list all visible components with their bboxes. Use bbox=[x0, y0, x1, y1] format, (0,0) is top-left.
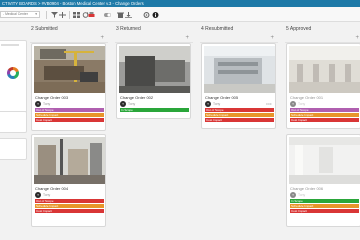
tag-label: Out of Scope bbox=[205, 108, 274, 112]
assignee-name: Tony bbox=[128, 102, 136, 106]
tag-label: Out of Scope bbox=[290, 108, 359, 112]
column-title: 3 Returned bbox=[116, 26, 141, 32]
breadcrumb-bar: CTIVITY BOARDS > #VB0904 - Boston Medica… bbox=[0, 0, 360, 7]
tag-label: Cost Impact bbox=[290, 118, 359, 122]
avatar: T bbox=[35, 192, 41, 198]
column-title: 5 Approved bbox=[286, 26, 312, 32]
add-card-button[interactable]: + bbox=[270, 35, 274, 41]
card-photo bbox=[34, 137, 105, 184]
avatar: T bbox=[290, 192, 296, 198]
info-icon[interactable] bbox=[152, 12, 159, 18]
column-resubmitted: 4 Resubmitted + Change Order 005 T Tony … bbox=[200, 22, 278, 240]
tag-label: Cost Impact bbox=[205, 118, 274, 122]
tag-list: Out of Scope Schedule Impact Cost Impact bbox=[290, 108, 359, 123]
card-title: Change Order 006 bbox=[290, 186, 324, 191]
card-title: Change Order 005 bbox=[205, 95, 239, 100]
toolbar-divider bbox=[69, 11, 70, 19]
column-title: 2 Submitted bbox=[31, 26, 58, 32]
avatar: T bbox=[290, 101, 296, 107]
chevron-down-icon: ▾ bbox=[35, 12, 37, 16]
column-returned: 3 Returned + Change Order 002 T Tony In … bbox=[115, 22, 193, 240]
delete-icon[interactable] bbox=[117, 12, 124, 18]
tag-label: Out of Scope bbox=[35, 108, 104, 112]
summary-card bbox=[0, 111, 27, 133]
add-icon[interactable] bbox=[59, 12, 66, 18]
card-photo bbox=[34, 46, 105, 93]
tag-label: Schedule Impact bbox=[35, 204, 104, 208]
project-select[interactable]: - Medical Center ▾ bbox=[0, 11, 40, 18]
card-title: Change Order 004 bbox=[35, 186, 69, 191]
assignee-name: Tony bbox=[298, 193, 306, 197]
summary-heading-bar bbox=[1, 44, 19, 46]
add-card-button[interactable]: + bbox=[100, 35, 104, 41]
card-photo bbox=[289, 137, 360, 184]
grid-icon[interactable] bbox=[73, 12, 80, 18]
tag-list: In Scope bbox=[120, 108, 189, 113]
change-order-card[interactable]: Change Order 003 T Tony Out of Scope Sch… bbox=[31, 43, 106, 131]
settings-icon[interactable] bbox=[143, 12, 150, 18]
card-photo bbox=[119, 46, 190, 93]
filter-icon[interactable] bbox=[51, 12, 58, 18]
tag-list: Out of Scope Schedule Impact Cost Impact bbox=[205, 108, 274, 123]
assignee-name: Tony bbox=[298, 102, 306, 106]
card-photo bbox=[204, 46, 275, 93]
tag-label: Cost Impact bbox=[35, 118, 104, 122]
avatar: T bbox=[35, 101, 41, 107]
tag-list: Out of Scope Schedule Impact Cost Impact bbox=[35, 108, 104, 123]
change-order-card[interactable]: Change Order 006 T Tony In Scope Schedul… bbox=[286, 134, 360, 227]
add-card-button[interactable]: + bbox=[185, 35, 189, 41]
column-approved: 5 Approved + Change Order 001 T Tony Out… bbox=[285, 22, 360, 240]
breadcrumb[interactable]: CTIVITY BOARDS > #VB0904 - Boston Medica… bbox=[2, 0, 144, 7]
change-order-card[interactable]: Change Order 002 T Tony In Scope bbox=[116, 43, 191, 119]
assignee-name: Tony bbox=[213, 102, 221, 106]
tag-list: Out of Scope Schedule Impact Cost Impact bbox=[35, 199, 104, 214]
avatar: T bbox=[205, 101, 211, 107]
tag-label: Out of Scope bbox=[35, 199, 104, 203]
change-order-card[interactable]: Change Order 004 T Tony Out of Scope Sch… bbox=[31, 134, 106, 227]
summary-card bbox=[0, 138, 27, 160]
left-summary-rail bbox=[0, 22, 28, 240]
toolbar-divider bbox=[46, 11, 47, 19]
tag-label: In Scope bbox=[290, 199, 359, 203]
assignee-name: Tony bbox=[43, 193, 51, 197]
assignee-name: Tony bbox=[43, 102, 51, 106]
tag-label: In Scope bbox=[120, 108, 189, 112]
change-order-card[interactable]: Change Order 005 T Tony ••• Out of Scope… bbox=[201, 43, 276, 129]
summary-chart-card bbox=[0, 40, 27, 115]
toolbar: - Medical Center ▾ bbox=[0, 7, 360, 22]
tag-list: In Scope Schedule Impact Cost Impact bbox=[290, 199, 359, 214]
tag-label: Schedule Impact bbox=[35, 113, 104, 117]
more-options-icon[interactable]: ••• bbox=[266, 101, 272, 106]
print-icon[interactable] bbox=[88, 12, 95, 18]
tag-label: Cost Impact bbox=[35, 209, 104, 213]
add-card-button[interactable]: + bbox=[355, 35, 359, 41]
card-title: Change Order 001 bbox=[290, 95, 324, 100]
card-photo bbox=[289, 46, 360, 93]
card-title: Change Order 003 bbox=[35, 95, 69, 100]
toggle-icon[interactable] bbox=[104, 12, 111, 18]
card-title: Change Order 002 bbox=[120, 95, 154, 100]
download-icon[interactable] bbox=[125, 12, 132, 18]
column-submitted: 2 Submitted + Change Order 003 T Tony Ou… bbox=[30, 22, 108, 240]
tag-label: Schedule Impact bbox=[205, 113, 274, 117]
tag-label: Schedule Impact bbox=[290, 113, 359, 117]
tag-label: Schedule Impact bbox=[290, 204, 359, 208]
change-order-card[interactable]: Change Order 001 T Tony Out of Scope Sch… bbox=[286, 43, 360, 129]
project-select-value: - Medical Center bbox=[3, 12, 28, 16]
avatar: T bbox=[120, 101, 126, 107]
status-donut-chart bbox=[7, 67, 19, 79]
tag-label: Cost Impact bbox=[290, 209, 359, 213]
column-title: 4 Resubmitted bbox=[201, 26, 234, 32]
